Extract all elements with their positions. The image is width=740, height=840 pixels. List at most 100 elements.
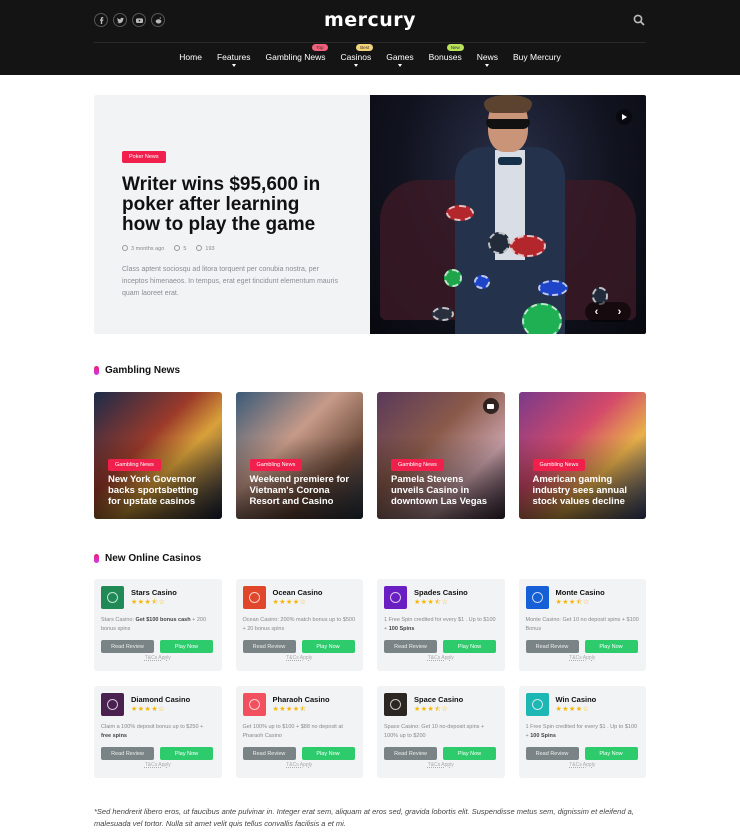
casino-card: Spades Casino ★★★⯪☆ 1 Free Spin credited f… — [377, 579, 505, 671]
nav-item-home[interactable]: Home — [179, 52, 202, 62]
news-category-tag[interactable]: Gambling News — [249, 459, 303, 471]
casino-name[interactable]: Monte Casino — [556, 588, 605, 597]
read-review-button[interactable]: Read Review — [525, 747, 579, 760]
news-category-tag[interactable]: Gambling News — [108, 459, 161, 471]
section-marker-icon — [94, 554, 99, 563]
casino-name[interactable]: Stars Casino — [131, 588, 177, 597]
read-review-button[interactable]: Read Review — [384, 640, 437, 653]
tcs-link[interactable]: T&Cs Apply — [101, 762, 215, 768]
news-card[interactable]: Gambling News New York Governor backs spo… — [94, 392, 222, 519]
news-card[interactable]: Gambling News Pamela Stevens unveils Casi… — [377, 392, 505, 519]
read-review-button[interactable]: Read Review — [384, 747, 437, 760]
tcs-link[interactable]: T&Cs Apply — [243, 655, 357, 661]
post-comments[interactable]: 5 — [174, 245, 186, 252]
casino-logo[interactable] — [384, 586, 407, 609]
casino-card: Win Casino ★★★★☆ 1 Free Spin credited for … — [518, 686, 646, 778]
news-category-tag[interactable]: Gambling News — [532, 459, 586, 471]
casino-logo[interactable] — [101, 693, 124, 716]
next-slide-button[interactable]: › — [618, 306, 622, 318]
slider-nav: ‹ › — [585, 302, 631, 322]
hero-title[interactable]: Writer wins $95,600 in poker after learn… — [122, 175, 342, 235]
news-title[interactable]: Pamela Stevens unveils Casino in downtow… — [391, 474, 497, 507]
tcs-link[interactable]: T&Cs Apply — [243, 762, 357, 768]
casino-card: Pharaoh Casino ★★★★⯪ Get 100% up to $100 +… — [235, 686, 363, 778]
prev-slide-button[interactable]: ‹ — [595, 306, 599, 318]
casino-card: Ocean Casino ★★★★☆ Ocean Casino: 200% matc… — [235, 579, 363, 671]
play-now-button[interactable]: Play Now — [584, 747, 638, 760]
casino-grid-row: Diamond Casino ★★★★☆ Claim a 100% deposit … — [94, 686, 646, 778]
caret-down-icon — [353, 64, 358, 67]
new-casinos-heading: New Online Casinos — [94, 553, 201, 564]
hero-content: Poker News Writer wins $95,600 in poker … — [94, 95, 370, 334]
casino-name[interactable]: Ocean Casino — [273, 588, 323, 597]
read-review-button[interactable]: Read Review — [101, 640, 154, 653]
casino-name[interactable]: Diamond Casino — [131, 695, 190, 704]
nav-item-buy-mercury[interactable]: Buy Mercury — [513, 52, 561, 62]
tcs-link[interactable]: T&Cs Apply — [526, 762, 640, 768]
comment-icon — [174, 245, 181, 251]
read-review-button[interactable]: Read Review — [525, 640, 579, 653]
casino-card: Space Casino ★★★⯪☆ Space Casino: Get 10 no… — [377, 686, 505, 778]
nav-item-games[interactable]: Games — [386, 52, 414, 67]
read-review-button[interactable]: Read Review — [101, 747, 154, 760]
hero-category-tag[interactable]: Poker News — [122, 151, 166, 163]
casino-logo[interactable] — [242, 586, 266, 609]
post-views: 193 — [196, 245, 215, 252]
star-rating: ★★★⯪☆ — [131, 599, 166, 606]
caret-down-icon — [231, 64, 236, 67]
caret-down-icon — [397, 64, 402, 67]
news-card[interactable]: Gambling News American gaming industry se… — [518, 392, 646, 519]
nav-badge: New — [446, 44, 464, 51]
star-rating: ★★★⯪☆ — [555, 599, 590, 606]
post-date: 3 months ago — [122, 245, 164, 252]
casino-bonus-text: Stars Casino: Get $100 bonus cash + 200 … — [101, 617, 207, 632]
hero-image[interactable]: ‹ › — [370, 95, 646, 334]
read-review-button[interactable]: Read Review — [242, 640, 296, 653]
site-header: mercury Home Features Gambling News Top Casi… — [0, 0, 740, 75]
casino-name[interactable]: Spades Casino — [414, 588, 468, 597]
star-rating: ★★★★☆ — [272, 599, 307, 606]
casino-name[interactable]: Space Casino — [414, 695, 463, 704]
news-title[interactable]: Weekend premiere for Vietnam's Corona Re… — [250, 474, 356, 507]
play-now-button[interactable]: Play Now — [443, 747, 496, 760]
star-rating: ★★★★☆ — [131, 706, 165, 713]
nav-item-casinos[interactable]: Casinos Best — [341, 44, 374, 67]
tcs-link[interactable]: T&Cs Apply — [526, 655, 640, 661]
site-logo[interactable]: mercury — [0, 9, 740, 31]
play-now-button[interactable]: Play Now — [301, 747, 355, 760]
nav-item-features[interactable]: Features — [217, 52, 251, 67]
casino-logo[interactable] — [525, 693, 549, 716]
star-rating: ★★★★☆ — [555, 706, 590, 713]
casino-card: Stars Casino ★★★⯪☆ Stars Casino: Get $100 … — [94, 579, 222, 671]
play-now-button[interactable]: Play Now — [160, 640, 213, 653]
casino-bonus-text: Get 100% up to $100 + $88 no deposit at … — [242, 724, 343, 739]
nav-item-bonuses[interactable]: Bonuses New — [429, 44, 464, 62]
nav-item-news[interactable]: News — [477, 52, 498, 67]
casino-logo[interactable] — [101, 586, 124, 609]
footnote: *Sed hendrerit libero eros, ut faucibus … — [94, 807, 634, 828]
nav-item-gambling-news[interactable]: Gambling News Top — [266, 44, 328, 62]
casino-name[interactable]: Pharaoh Casino — [273, 695, 330, 704]
casino-grid-row: Stars Casino ★★★⯪☆ Stars Casino: Get $100 … — [94, 579, 646, 671]
casino-logo[interactable] — [384, 693, 407, 716]
casino-card: Monte Casino ★★★⯪☆ Monte Casino: Get 10 no… — [518, 579, 646, 671]
news-category-tag[interactable]: Gambling News — [391, 459, 444, 471]
casino-card: Diamond Casino ★★★★☆ Claim a 100% deposit … — [94, 686, 222, 778]
play-video-button[interactable] — [616, 109, 632, 125]
casino-logo[interactable] — [242, 693, 266, 716]
casino-name[interactable]: Win Casino — [556, 695, 597, 704]
news-title[interactable]: American gaming industry sees annual sto… — [533, 474, 639, 507]
tcs-link[interactable]: T&Cs Apply — [101, 655, 215, 661]
tcs-link[interactable]: T&Cs Apply — [384, 655, 498, 661]
search-icon[interactable] — [633, 14, 645, 26]
play-now-button[interactable]: Play Now — [301, 640, 355, 653]
read-review-button[interactable]: Read Review — [242, 747, 296, 760]
camera-icon[interactable] — [482, 398, 499, 414]
play-now-button[interactable]: Play Now — [160, 747, 213, 760]
tcs-link[interactable]: T&Cs Apply — [384, 762, 498, 768]
play-now-button[interactable]: Play Now — [443, 640, 496, 653]
news-card[interactable]: Gambling News Weekend premiere for Vietna… — [235, 392, 363, 519]
play-now-button[interactable]: Play Now — [584, 640, 638, 653]
casino-logo[interactable] — [525, 586, 549, 609]
news-title[interactable]: New York Governor backs sportsbetting fo… — [108, 474, 214, 507]
